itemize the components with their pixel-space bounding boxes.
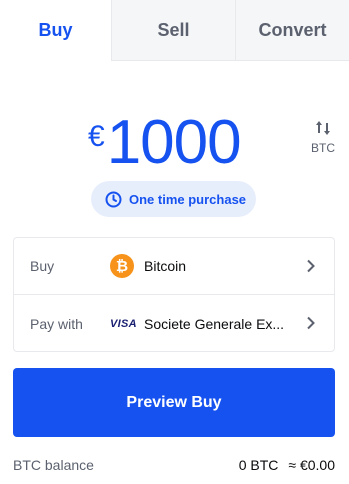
- amount-display[interactable]: € 1000: [88, 108, 242, 178]
- chevron-right-icon: [307, 259, 315, 273]
- balance-label: BTC balance: [13, 457, 94, 473]
- switch-unit-label: BTC: [311, 141, 335, 155]
- visa-icon: VISA: [110, 317, 137, 330]
- balance-value: 0 BTC ≈ €0.00: [239, 457, 335, 473]
- chevron-right-icon: [307, 316, 315, 330]
- swap-vertical-icon: [316, 121, 330, 135]
- purchase-type-button[interactable]: One time purchase: [91, 181, 256, 217]
- payment-method-name: Societe Generale Ex...: [144, 315, 285, 332]
- tab-buy[interactable]: Buy: [0, 0, 112, 61]
- tab-convert[interactable]: Convert: [236, 0, 349, 61]
- purchase-type-label: One time purchase: [129, 191, 247, 207]
- btc-balance: BTC balance 0 BTC ≈ €0.00: [13, 456, 335, 474]
- order-card: Buy ₿ Bitcoin Pay with VISA Societe Gene…: [13, 237, 335, 352]
- tab-sell[interactable]: Sell: [112, 0, 236, 61]
- balance-fiat: ≈ €0.00: [288, 457, 335, 473]
- balance-amount: 0 BTC: [238, 457, 279, 473]
- trade-tabs: Buy Sell Convert: [0, 0, 349, 61]
- amount-value: 1000: [106, 108, 242, 177]
- currency-symbol: €: [88, 120, 105, 153]
- pay-with-row[interactable]: Pay with VISA Societe Generale Ex...: [14, 295, 334, 352]
- preview-buy-button[interactable]: Preview Buy: [13, 368, 335, 437]
- asset-name: Bitcoin: [144, 258, 187, 274]
- pay-with-label: Pay with: [30, 315, 83, 332]
- switch-currency-button[interactable]: BTC: [307, 120, 339, 160]
- clock-icon: [105, 191, 122, 207]
- bitcoin-icon: ₿: [110, 254, 134, 278]
- buy-row-label: Buy: [30, 258, 55, 274]
- buy-asset-row[interactable]: Buy ₿ Bitcoin: [14, 238, 334, 295]
